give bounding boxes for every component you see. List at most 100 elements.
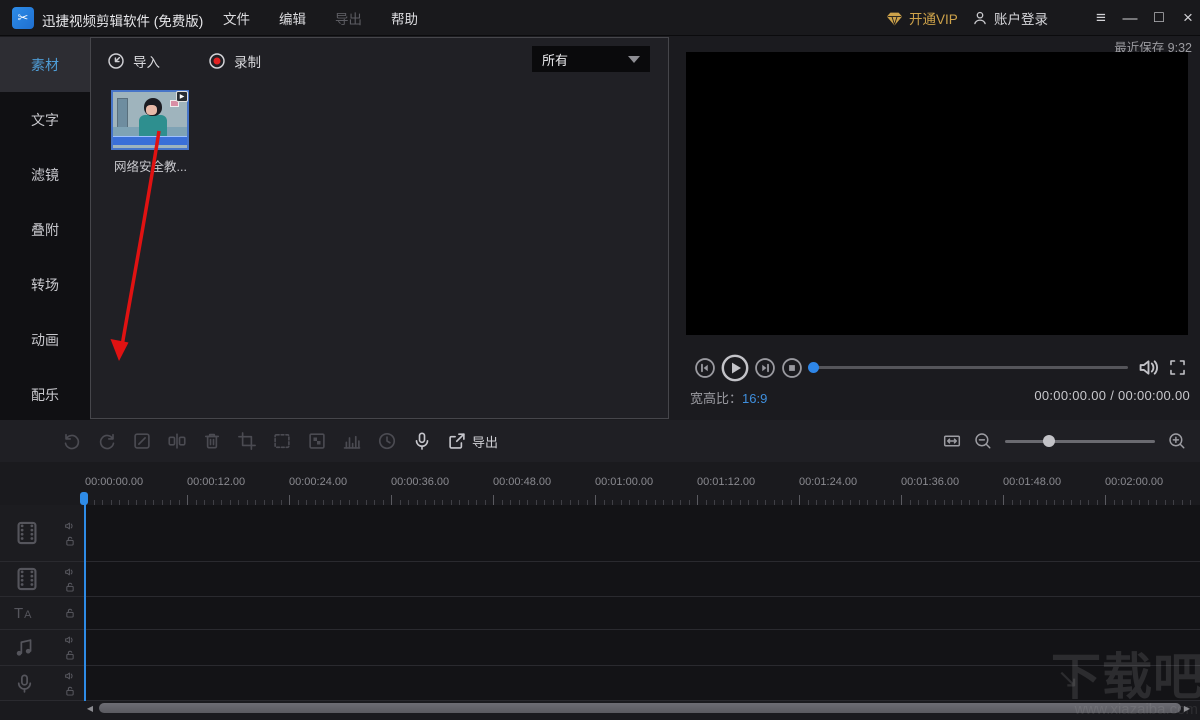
ruler-label: 00:01:12.00 (697, 476, 755, 488)
film-icon (14, 520, 40, 546)
sidebar-item-叠附[interactable]: 叠附 (0, 202, 90, 257)
ruler-label: 00:00:24.00 (289, 476, 347, 488)
timecode: 00:00:00.00 / 00:00:00.00 (1034, 388, 1190, 403)
clock-icon (377, 431, 397, 451)
media-library-panel: 导入 录制 所有 ▶ 网络安全教... (90, 37, 669, 419)
duration-button[interactable] (377, 431, 397, 451)
close-icon[interactable]: × (1179, 7, 1197, 29)
track-lock-icon[interactable] (64, 581, 76, 593)
track-lock-icon[interactable] (64, 685, 76, 697)
playhead-line (84, 493, 86, 701)
video-track-1-lane[interactable] (84, 505, 1200, 561)
ta-icon: TA (14, 605, 33, 622)
previous-frame-button[interactable] (694, 357, 716, 379)
user-icon (972, 10, 988, 26)
menu-导出[interactable]: 导出 (335, 8, 362, 28)
zoom-out-icon[interactable] (974, 432, 992, 450)
menu-文件[interactable]: 文件 (223, 8, 250, 28)
sidebar-item-动画[interactable]: 动画 (0, 312, 90, 367)
export-icon (447, 431, 467, 451)
video-track-2-lane[interactable] (84, 562, 1200, 596)
app-menu-icon[interactable]: ≡ (1092, 7, 1110, 29)
text-track-lane[interactable] (84, 597, 1200, 629)
video-track-2 (0, 562, 1200, 597)
media-clip-thumbnail[interactable]: ▶ (111, 90, 189, 150)
video-preview-screen (686, 52, 1188, 335)
zoom-slider-handle[interactable] (1043, 435, 1055, 447)
music-track-lane[interactable] (84, 630, 1200, 665)
import-button[interactable]: 导入 (107, 51, 160, 71)
export-label: 导出 (472, 432, 498, 451)
voice-track-lane[interactable] (84, 666, 1200, 700)
sidebar-item-文字[interactable]: 文字 (0, 92, 90, 147)
menu-帮助[interactable]: 帮助 (391, 8, 418, 28)
mosaic-button[interactable] (307, 431, 327, 451)
redo-button[interactable] (97, 431, 117, 451)
stop-button[interactable] (781, 357, 803, 379)
maximize-icon[interactable]: □ (1150, 7, 1168, 29)
next-frame-button[interactable] (754, 357, 776, 379)
filter-value: 所有 (542, 50, 568, 69)
crop-clip-button[interactable] (237, 431, 257, 451)
app-logo-icon: ✂ (12, 7, 34, 29)
track-lock-icon[interactable] (64, 535, 76, 547)
track-mute-icon[interactable] (64, 566, 76, 578)
zoom-in-icon[interactable] (1168, 432, 1186, 450)
track-mute-icon[interactable] (64, 670, 76, 682)
record-label: 录制 (234, 51, 261, 71)
split-icon (167, 431, 187, 451)
timeline-ruler[interactable]: 00:00:00.0000:00:12.0000:00:24.0000:00:3… (84, 476, 1200, 505)
sidebar-item-滤镜[interactable]: 滤镜 (0, 147, 90, 202)
track-mute-icon[interactable] (64, 634, 76, 646)
voiceover-record-button[interactable] (412, 431, 432, 451)
timeline-toolbar-left: 导出 (62, 420, 498, 462)
scroll-right-icon[interactable]: ▶ (1181, 704, 1193, 713)
sidebar-item-配乐[interactable]: 配乐 (0, 367, 90, 422)
aspect-ratio[interactable]: 宽高比：16:9 (690, 388, 767, 407)
record-button[interactable]: 录制 (208, 51, 261, 71)
track-mute-icon[interactable] (64, 520, 76, 532)
track-list: TA (0, 505, 1200, 701)
volume-icon[interactable] (1138, 356, 1161, 379)
aspect-value: 16:9 (742, 391, 767, 406)
timeline-toolbar: 导出 (0, 420, 1200, 462)
music-track (0, 630, 1200, 666)
mic-icon (14, 673, 35, 694)
export-button[interactable]: 导出 (447, 431, 498, 451)
track-lock-icon[interactable] (64, 649, 76, 661)
text-track: TA (0, 597, 1200, 630)
track-lock-icon[interactable] (64, 607, 76, 619)
import-icon (107, 52, 125, 70)
media-filter-dropdown[interactable]: 所有 (532, 46, 650, 72)
timeline-zoom-slider[interactable] (1005, 440, 1155, 443)
mic-icon (412, 431, 432, 451)
sidebar-item-素材[interactable]: 素材 (0, 37, 90, 92)
menu-编辑[interactable]: 编辑 (279, 8, 306, 28)
trash-icon (202, 431, 222, 451)
timeline: 00:00:00.0000:00:12.0000:00:24.0000:00:3… (0, 462, 1200, 720)
crop-icon (237, 431, 257, 451)
seek-handle[interactable] (808, 362, 819, 373)
undo-button[interactable] (62, 431, 82, 451)
split-clip-button[interactable] (167, 431, 187, 451)
sidebar-item-转场[interactable]: 转场 (0, 257, 90, 312)
freeze-frame-button[interactable] (272, 431, 292, 451)
edit-icon (132, 431, 152, 451)
seek-slider[interactable] (810, 366, 1128, 369)
vip-button[interactable]: 开通VIP (886, 0, 958, 36)
audio-waveform-button[interactable] (342, 431, 362, 451)
ruler-label: 00:01:36.00 (901, 476, 959, 488)
fit-timeline-icon[interactable] (943, 432, 961, 450)
fullscreen-icon[interactable] (1168, 358, 1187, 377)
edit-clip-button[interactable] (132, 431, 152, 451)
play-button[interactable] (720, 353, 750, 383)
film-icon (14, 566, 40, 592)
scrollbar-thumb[interactable] (99, 703, 1181, 713)
delete-clip-button[interactable] (202, 431, 222, 451)
scroll-left-icon[interactable]: ◀ (84, 704, 96, 713)
account-login-button[interactable]: 账户登录 (972, 0, 1048, 36)
horizontal-scrollbar[interactable]: ◀ ▶ (84, 702, 1200, 714)
video-track-2-header (0, 562, 84, 596)
ruler-label: 00:01:48.00 (1003, 476, 1061, 488)
minimize-icon[interactable]: — (1121, 7, 1139, 29)
